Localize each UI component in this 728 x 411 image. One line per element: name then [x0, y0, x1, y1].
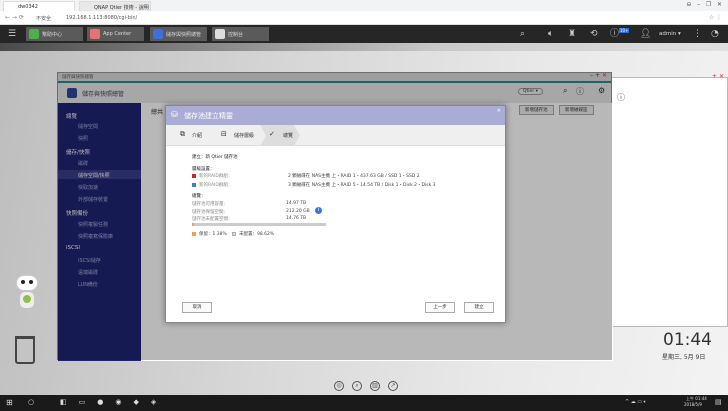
dock-search-icon[interactable]: ⌕ [352, 381, 362, 391]
back-button[interactable]: 上一步 [425, 302, 455, 313]
pinned-apps[interactable]: ◧▭●◉◆◈ [60, 398, 168, 406]
storage-pool-wizard: ⛁ 儲存池建立精靈 ✕ ⧉ 介紹 ⊟ 儲存層級 ✓ 總覽 建立：新 Qtier … [165, 105, 506, 323]
step-summary: 總覽 [283, 133, 294, 139]
summary-label: 儲存池未配置空間： [192, 217, 233, 222]
robot-assistant-icon[interactable] [14, 275, 40, 319]
wizard-title: 儲存池建立精靈 [184, 112, 233, 120]
app-label: App Center [103, 31, 132, 37]
step-intro: 介紹 [192, 133, 203, 139]
notification-badge: 10+ [619, 28, 630, 33]
legend-unallocated: 未配置：98.62% [239, 232, 275, 237]
desktop-clock: 01:44 [663, 330, 712, 350]
notifications-icon[interactable]: ▤ [715, 398, 722, 406]
nav-buttons[interactable]: ← → ⟳ [5, 14, 24, 21]
reserved-fill [192, 223, 194, 226]
window-controls[interactable]: ⊖ – ❐ ✕ [686, 1, 722, 8]
summary-value: 14.76 TB [286, 216, 307, 221]
tier-detail: 2 顆磁碟在 NAS主機 上・RAID 1・437.63 GB / SSD 1・… [288, 174, 420, 179]
windows-taskbar: ⊞ ○ ◧▭●◉◆◈ ^ ☁ ▭ 🔈︎ 上午 01:44 2018/5/9 ▤ [0, 395, 728, 411]
tier-heading: 層級設置： [192, 167, 215, 172]
tray-icons[interactable]: ^ ☁ ▭ 🔈︎ [625, 399, 647, 405]
taskbar-app-storage[interactable]: 儲存與快照總管 [150, 27, 207, 41]
current-step-highlight [260, 125, 300, 146]
address-bar: ← → ⟳ 不安全 192.168.1.113:8080/cgi-bin/ ☆ … [0, 11, 728, 25]
dock-icon-4[interactable]: ↗ [388, 381, 398, 391]
start-icon[interactable]: ⊞ [6, 398, 13, 407]
browser-tab[interactable]: dw0342 [3, 1, 75, 11]
star-icon[interactable]: ☆ ⋮ [709, 14, 722, 21]
tier-detail: 3 顆磁碟在 NAS主機 上・RAID 5・14.54 TB / Disk 1・… [288, 183, 436, 188]
taskbar-date: 2018/5/9 [684, 402, 702, 407]
legend-reserved: 保留：1.38% [199, 232, 227, 237]
wizard-header: ⛁ 儲存池建立精靈 ✕ [166, 106, 505, 125]
info-icon[interactable]: i [315, 207, 322, 214]
tier-color-blue [192, 183, 196, 187]
browser-tab-bar: dw0342 QNAP Qtier 技術 - 說明 ⊖ – ❐ ✕ [0, 0, 728, 11]
dock-icon-1[interactable]: ◎ [334, 381, 344, 391]
create-line: 建立：新 Qtier 儲存池 [192, 155, 238, 160]
app-label: 儲存與快照總管 [166, 32, 202, 38]
step-tier: 儲存層級 [234, 133, 255, 139]
capacity-bar [192, 223, 326, 226]
sync-icon[interactable]: ⟲ [590, 29, 598, 39]
create-button[interactable]: 建立 [464, 302, 494, 313]
cancel-button[interactable]: 取消 [182, 302, 212, 313]
check-icon: ✓ [269, 130, 275, 138]
app-label: 控制台 [228, 32, 244, 38]
dashboard-icon[interactable]: ◔ [711, 29, 719, 39]
summary-label: 儲存池可用容量： [192, 202, 228, 207]
legend-reserved-swatch [192, 232, 196, 236]
summary-value: 212.20 GB [286, 209, 310, 214]
trash-icon[interactable] [15, 336, 35, 364]
help-icon[interactable]: ⓘ [617, 92, 625, 103]
summary-label: 儲存池保留空間： [192, 210, 228, 215]
legend-unallocated-swatch [232, 232, 236, 236]
app-label: 幫助中心 [42, 32, 63, 38]
wizard-steps: ⧉ 介紹 ⊟ 儲存層級 ✓ 總覽 [166, 125, 505, 146]
dock: ◎ ⌕ ▥ ↗ [0, 376, 728, 395]
speaker-icon[interactable]: 🔈︎ [548, 29, 553, 39]
intro-icon: ⧉ [180, 130, 185, 138]
more-icon[interactable]: ⋮ [693, 29, 702, 39]
taskbar-app-appcenter[interactable]: App Center [87, 27, 144, 41]
tier-label: 新的RAID群組： [199, 183, 233, 188]
tasks-icon[interactable]: ♜ [568, 29, 576, 39]
summary-heading: 總覽： [192, 194, 206, 199]
background-window: + ✕ ⓘ [600, 73, 728, 327]
summary-value: 14.97 TB [286, 201, 307, 206]
taskbar-app-control-panel[interactable]: 控制台 [212, 27, 269, 41]
search-icon[interactable]: ○ [28, 398, 34, 406]
user-menu[interactable]: admin ▾ [659, 31, 681, 37]
browser-tab[interactable]: QNAP Qtier 技術 - 說明 [79, 1, 151, 11]
database-icon: ⛁ [171, 110, 178, 119]
taskbar-app-help[interactable]: 幫助中心 [26, 27, 83, 41]
url-input[interactable]: 192.168.1.113:8080/cgi-bin/ [66, 15, 137, 21]
user-icon[interactable]: 👤︎ [640, 29, 651, 39]
tier-label: 新的RAID群組： [199, 174, 233, 179]
close-icon[interactable]: + ✕ [712, 73, 724, 80]
tab-label: dw0342 [18, 4, 38, 10]
desktop-band [0, 43, 728, 51]
menu-icon[interactable]: ☰ [8, 29, 16, 39]
tier-icon: ⊟ [221, 130, 227, 138]
desktop-date: 星期三, 5月 9日 [662, 354, 706, 361]
close-icon[interactable]: ✕ [497, 108, 501, 114]
tier-color-red [192, 174, 196, 178]
notification-icon[interactable]: ⓘ [610, 29, 619, 39]
search-icon[interactable]: ⌕ [520, 29, 525, 39]
qts-top-bar: ☰ 幫助中心 App Center 儲存與快照總管 控制台 ⌕ 🔈︎ ♜ ⟲ ⓘ… [0, 25, 728, 43]
security-label: 不安全 [36, 16, 52, 22]
dock-icon-3[interactable]: ▥ [370, 381, 380, 391]
